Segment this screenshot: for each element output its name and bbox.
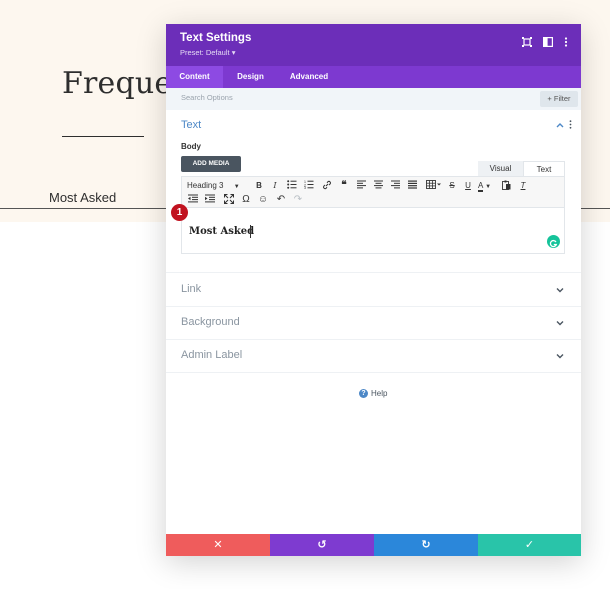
special-char-icon[interactable]: Ω	[240, 194, 252, 206]
text-cursor	[250, 225, 251, 238]
text-color-icon[interactable]: A ▼	[478, 180, 496, 192]
sidebar-icon[interactable]	[542, 37, 554, 49]
settings-tabs: Content Design Advanced	[166, 66, 581, 88]
save-button[interactable]: ✓	[478, 534, 581, 556]
help-link[interactable]: ? Help	[359, 389, 388, 399]
preset-selector[interactable]: Preset: Default ▾	[180, 48, 235, 57]
rich-text-editor[interactable]: Most Asked	[181, 208, 565, 254]
outdent-icon[interactable]	[187, 194, 199, 206]
emoji-icon[interactable]: ☺	[257, 194, 269, 206]
more-icon[interactable]	[560, 37, 572, 49]
italic-icon[interactable]: I	[270, 180, 280, 192]
fullscreen-icon[interactable]	[223, 194, 235, 206]
bold-icon[interactable]: B	[254, 180, 264, 192]
grammarly-icon[interactable]	[547, 235, 560, 248]
format-select[interactable]: Heading 3 ▼	[187, 180, 247, 192]
section-divider	[166, 339, 581, 340]
cancel-button[interactable]: ✕	[166, 534, 270, 556]
expand-icon[interactable]	[521, 37, 533, 49]
editor-tab-visual[interactable]: Visual	[478, 161, 523, 176]
table-icon[interactable]	[424, 180, 442, 192]
chevron-down-icon[interactable]	[556, 352, 564, 362]
help-label: Help	[371, 389, 388, 398]
modal-header: Text Settings Preset: Default ▾	[166, 24, 581, 66]
redo-button[interactable]: ↻	[374, 534, 478, 556]
heading-underline	[62, 136, 144, 137]
editor-tab-text[interactable]: Text	[523, 161, 565, 176]
link-icon[interactable]	[321, 180, 333, 192]
editor-toolbar: Heading 3 ▼ B I 123 ❝ S U A ▼ T Ω ☺ ↶ ↷	[181, 176, 565, 208]
section-more-icon[interactable]	[569, 120, 572, 132]
callout-number-badge: 1	[171, 204, 188, 221]
text-settings-modal: Text Settings Preset: Default ▾ Content …	[166, 24, 581, 556]
numbered-list-icon[interactable]: 123	[303, 180, 315, 192]
section-text-title[interactable]: Text	[181, 119, 201, 131]
search-options-input[interactable]: Search Options	[181, 93, 233, 102]
bullet-list-icon[interactable]	[286, 180, 298, 192]
align-right-icon[interactable]	[389, 180, 401, 192]
modal-footer: ✕ ↺ ↻ ✓	[166, 534, 581, 556]
blockquote-icon[interactable]: ❝	[338, 180, 350, 192]
section-divider	[166, 306, 581, 307]
justify-icon[interactable]	[406, 180, 418, 192]
undo-icon[interactable]: ↶	[275, 194, 287, 206]
underline-icon[interactable]: U	[463, 180, 473, 192]
modal-title: Text Settings	[180, 32, 252, 44]
search-row: Search Options + Filter	[166, 88, 581, 110]
undo-button[interactable]: ↺	[270, 534, 374, 556]
align-center-icon[interactable]	[372, 180, 384, 192]
redo-icon[interactable]: ↷	[292, 194, 304, 206]
most-asked-tab[interactable]: Most Asked	[49, 190, 116, 205]
chevron-down-icon[interactable]	[556, 286, 564, 296]
section-link-title[interactable]: Link	[181, 283, 201, 295]
indent-icon[interactable]	[204, 194, 216, 206]
paste-icon[interactable]	[500, 180, 512, 192]
clear-format-icon[interactable]: T	[517, 180, 529, 192]
filter-button[interactable]: + Filter	[540, 91, 578, 107]
strikethrough-icon[interactable]: S	[447, 180, 457, 192]
editor-content[interactable]: Most Asked	[189, 226, 254, 237]
section-divider	[166, 372, 581, 373]
help-icon: ?	[359, 389, 368, 399]
chevron-up-icon[interactable]	[556, 121, 564, 131]
section-divider	[166, 272, 581, 273]
tab-advanced[interactable]: Advanced	[278, 66, 340, 88]
align-left-icon[interactable]	[355, 180, 367, 192]
tab-design[interactable]: Design	[223, 66, 278, 88]
chevron-down-icon[interactable]	[556, 319, 564, 329]
body-label: Body	[181, 142, 201, 151]
section-admin-label-title[interactable]: Admin Label	[181, 349, 242, 361]
section-background-title[interactable]: Background	[181, 316, 240, 328]
add-media-button[interactable]: ADD MEDIA	[181, 156, 241, 172]
svg-text:3: 3	[304, 186, 306, 189]
tab-content[interactable]: Content	[166, 66, 223, 88]
